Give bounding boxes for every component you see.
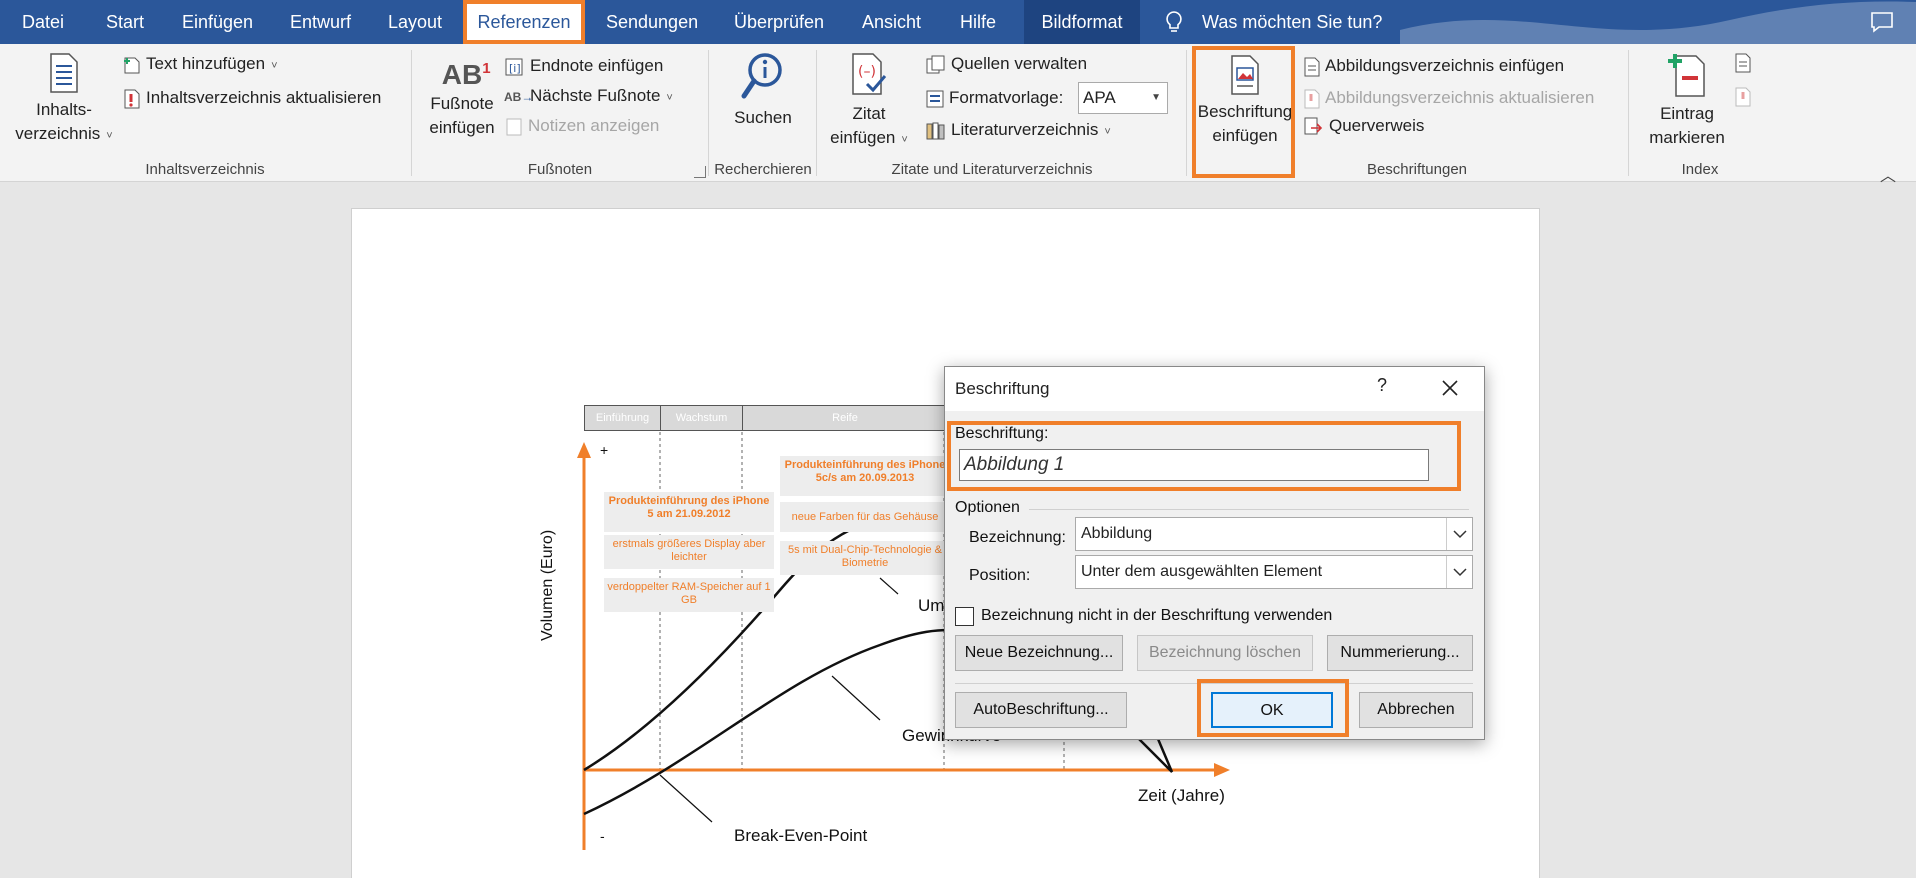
y-axis-arrow: [577, 442, 591, 458]
word-window: Datei Start Einfügen Entwurf Layout Refe…: [0, 0, 1916, 878]
help-button[interactable]: ?: [1377, 375, 1387, 396]
note-left-ram: verdoppelter RAM-Speicher auf 1 GB: [604, 578, 774, 612]
note-right-chip: 5s mit Dual-Chip-Technologie & Biometrie: [780, 541, 950, 575]
x-axis-arrow: [1214, 763, 1230, 777]
numbering-button[interactable]: Nummerierung...: [1327, 635, 1473, 671]
note-left-launch: Produkteinführung des iPhone 5 am 21.09.…: [604, 492, 774, 532]
close-icon[interactable]: [1439, 377, 1461, 399]
plus-sign: +: [600, 442, 609, 458]
position-field-label: Position:: [969, 567, 1031, 584]
exclude-label-text: Bezeichnung nicht in der Beschriftung ve…: [981, 607, 1333, 624]
autocaption-button[interactable]: AutoBeschriftung...: [955, 692, 1127, 728]
chevron-down-icon: [1446, 556, 1472, 588]
label-select-value: Abbildung: [1081, 525, 1153, 542]
exclude-label-checkbox[interactable]: [955, 607, 974, 626]
minus-sign: -: [600, 828, 605, 844]
highlight-caption-input: [947, 421, 1461, 491]
caption-dialog: Beschriftung ? Beschriftung: Abbildung 1…: [944, 366, 1485, 740]
label-field-label: Bezeichnung:: [969, 529, 1066, 546]
phase-maturity: Reife: [742, 405, 948, 431]
highlight-ok-button: [1197, 679, 1349, 737]
note-right-launch: Produkteinführung des iPhone 5c/s am 20.…: [780, 456, 950, 496]
chevron-down-icon: [1446, 518, 1472, 550]
position-select[interactable]: Unter dem ausgewählten Element: [1075, 555, 1473, 589]
options-divider: [1029, 509, 1469, 510]
dialog-title-bar: Beschriftung ?: [945, 367, 1484, 411]
profit-curve: [583, 628, 951, 816]
note-right-colors: neue Farben für das Gehäuse: [780, 502, 950, 532]
dialog-title: Beschriftung: [955, 379, 1050, 398]
profit-pointer: [831, 675, 881, 721]
break-even-label: Break-Even-Point: [734, 826, 868, 845]
break-even-pointer: [659, 774, 713, 823]
phase-growth: Wachstum: [660, 405, 743, 431]
cancel-button[interactable]: Abbrechen: [1359, 692, 1473, 728]
revenue-pointer: [879, 577, 899, 595]
phase-introduction: Einführung: [584, 405, 661, 431]
revenue-curve-label: Um: [918, 596, 945, 615]
label-select[interactable]: Abbildung: [1075, 517, 1473, 551]
y-axis-label: Volumen (Euro): [539, 529, 556, 641]
x-axis-label: Zeit (Jahre): [1138, 786, 1225, 805]
note-left-display: erstmals größeres Display aber leichter: [604, 535, 774, 569]
new-label-button[interactable]: Neue Bezeichnung...: [955, 635, 1123, 671]
options-label: Optionen: [955, 499, 1020, 516]
position-select-value: Unter dem ausgewählten Element: [1081, 563, 1323, 580]
delete-label-button[interactable]: Bezeichnung löschen: [1137, 635, 1313, 671]
